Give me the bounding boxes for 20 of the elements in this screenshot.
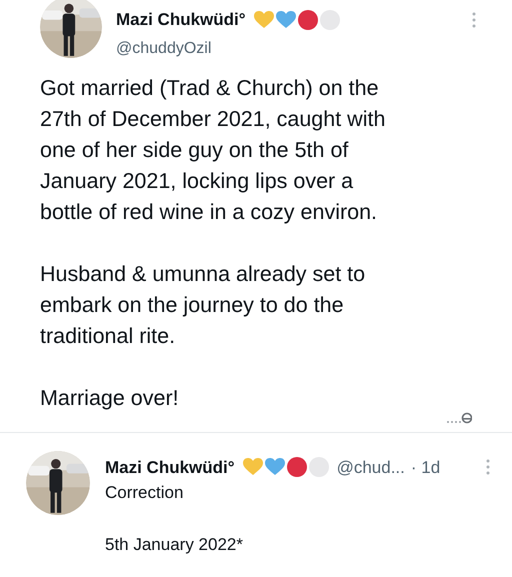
tweet-text: Husband & umunna already set to embark on the journey to do the traditional rite.	[40, 260, 366, 350]
author-name: Mazi Chukwüdi°	[116, 9, 246, 31]
author-handle: @chuddyOzil	[116, 38, 212, 58]
circle-icon	[308, 457, 329, 478]
tweet-text: Got married (Trad & Church) on the 27th of December 2021, caught with one of her side guy on the 5th of January 2021, locking lips over a bottle of red wine in a cozy environ.	[40, 74, 386, 226]
circle-icon	[298, 10, 318, 30]
author-name: Mazi Chukwüdi°	[105, 456, 235, 478]
heart-icon	[276, 10, 296, 29]
tweet-time: · 1d	[410, 456, 440, 478]
circle-icon	[286, 457, 307, 478]
heart-icon	[242, 458, 263, 476]
more-icon[interactable]	[486, 459, 490, 476]
more-icon[interactable]	[472, 12, 476, 28]
reply-text: 5th January 2022*	[105, 534, 244, 556]
tweet-text: Marriage over!	[40, 384, 180, 412]
reply-text: Correction	[105, 482, 184, 504]
heart-icon	[264, 458, 285, 476]
circle-icon	[320, 10, 340, 30]
heart-icon	[254, 10, 274, 29]
author-handle: @chud...	[336, 456, 405, 478]
